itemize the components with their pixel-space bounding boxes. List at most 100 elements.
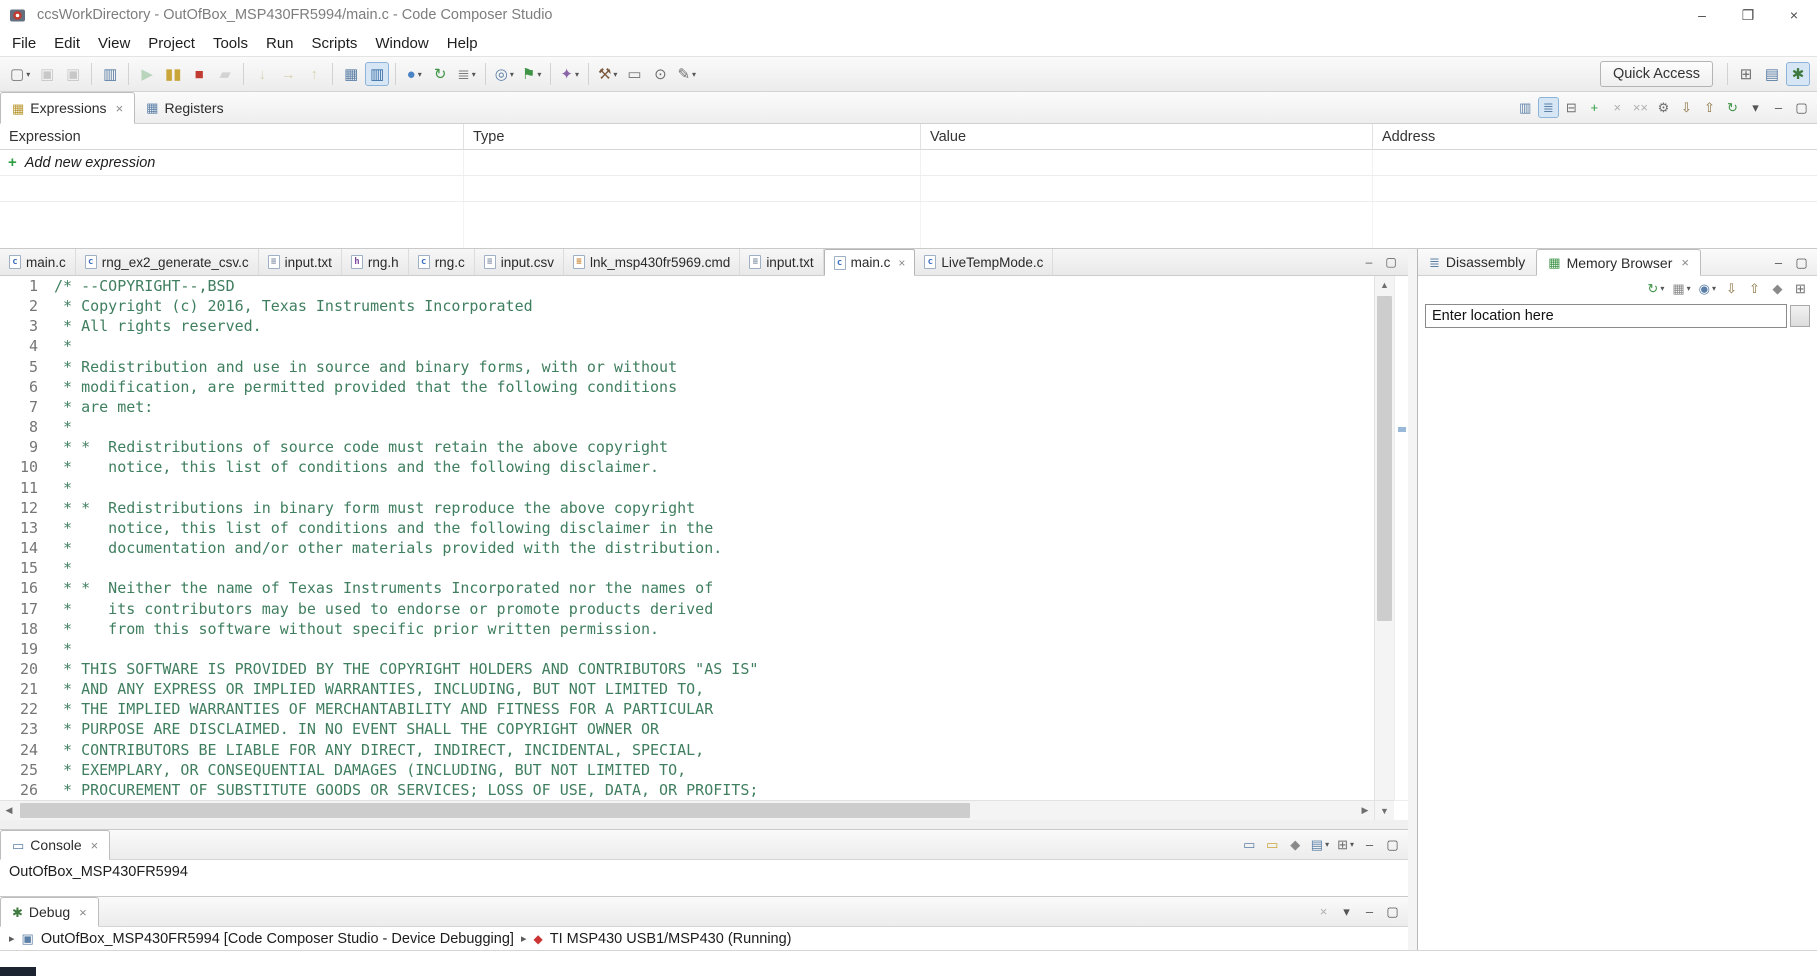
dropdown-caret-icon[interactable]: ▾ (692, 70, 696, 79)
code-line[interactable]: * from this software without specific pr… (54, 619, 1374, 639)
step-return-icon[interactable]: ↑ (302, 62, 326, 86)
horizontal-scrollbar-track[interactable] (18, 801, 1356, 820)
menu-edit[interactable]: Edit (45, 30, 89, 56)
dropdown-caret-icon[interactable]: ▾ (26, 70, 30, 79)
code-editor[interactable]: 1 2 3 4 5 6 7 8 9 10 11 12 13 14 15 16 17 18 19 20 21 22 23 24 2… (0, 276, 1374, 800)
close-icon[interactable]: × (1681, 255, 1689, 270)
line-number[interactable]: 1 (0, 276, 38, 296)
scroll-down-icon[interactable]: ▼ (1374, 800, 1394, 820)
close-icon[interactable]: × (116, 101, 124, 116)
open-perspective-icon[interactable]: ⊞ (1734, 62, 1758, 86)
editor-tab-main-c[interactable]: c main.c × (823, 249, 916, 276)
editor-tab-livetempmode-c[interactable]: c LiveTempMode.c (915, 249, 1054, 275)
view-menu-icon[interactable]: ▾ (1336, 901, 1357, 922)
scroll-left-icon[interactable]: ◀ (0, 801, 18, 820)
code-line[interactable]: * THE IMPLIED WARRANTIES OF MERCHANTABIL… (54, 699, 1374, 719)
line-number[interactable]: 11 (0, 478, 38, 498)
line-number[interactable]: 22 (0, 699, 38, 719)
column-header-type[interactable]: Type (464, 124, 921, 149)
line-number[interactable]: 3 (0, 316, 38, 336)
memory-config-icon[interactable]: ▦ ▾ (1669, 278, 1693, 299)
tab-debug[interactable]: ✱ Debug × (0, 897, 99, 927)
code-line[interactable]: * AND ANY EXPRESS OR IMPLIED WARRANTIES,… (54, 679, 1374, 699)
code-line[interactable]: * EXEMPLARY, OR CONSEQUENTIAL DAMAGES (I… (54, 760, 1374, 780)
code-line[interactable]: * * Redistributions of source code must … (54, 437, 1374, 457)
add-expression-row[interactable]: + Add new expression (0, 150, 1817, 176)
line-number[interactable]: 19 (0, 639, 38, 659)
line-number[interactable]: 8 (0, 417, 38, 437)
refresh-expressions-icon[interactable]: ↻ (1722, 97, 1743, 118)
menu-help[interactable]: Help (438, 30, 487, 56)
line-number[interactable]: 7 (0, 397, 38, 417)
line-number[interactable]: 14 (0, 538, 38, 558)
line-number[interactable]: 9 (0, 437, 38, 457)
maximize-editor-icon[interactable]: ▢ (1381, 252, 1401, 272)
line-number[interactable]: 15 (0, 558, 38, 578)
scroll-right-icon[interactable]: ▶ (1356, 801, 1374, 820)
code-line[interactable]: * PURPOSE ARE DISCLAIMED. IN NO EVENT SH… (54, 719, 1374, 739)
binary-display-icon[interactable]: ≣ ▾ (454, 62, 479, 86)
refresh-icon[interactable]: ↻ (428, 62, 452, 86)
vertical-sash[interactable] (1408, 249, 1417, 950)
expand-arrow-icon[interactable]: ▸ (521, 932, 527, 945)
dropdown-caret-icon[interactable]: ▾ (510, 70, 514, 79)
dropdown-caret-icon[interactable]: ▾ (613, 70, 617, 79)
line-number[interactable]: 10 (0, 457, 38, 477)
line-number[interactable]: 20 (0, 659, 38, 679)
column-header-expression[interactable]: Expression (0, 124, 464, 149)
quick-access-button[interactable]: Quick Access (1599, 61, 1713, 87)
tab-console[interactable]: ▭ Console × (0, 830, 111, 860)
scroll-up-icon[interactable]: ▲ (1375, 276, 1394, 294)
code-line[interactable]: /* --COPYRIGHT--,BSD (54, 276, 1374, 296)
minimize-window-button[interactable]: – (1679, 0, 1725, 30)
refresh-memory-icon[interactable]: ↻ ▾ (1644, 278, 1667, 299)
code-line[interactable]: * THIS SOFTWARE IS PROVIDED BY THE COPYR… (54, 659, 1374, 679)
ccs-edit-perspective-icon[interactable]: ▤ (1760, 62, 1784, 86)
line-number[interactable]: 5 (0, 357, 38, 377)
line-number[interactable]: 23 (0, 719, 38, 739)
maximize-view-icon[interactable]: ▢ (1791, 97, 1812, 118)
code-line[interactable]: * All rights reserved. (54, 316, 1374, 336)
export-expressions-icon[interactable]: ⇧ (1699, 97, 1720, 118)
open-console-icon[interactable]: ⊞ ▾ (1334, 834, 1357, 855)
tab-memory-browser[interactable]: ▦ Memory Browser × (1536, 249, 1701, 276)
terminate-icon[interactable]: ■ (187, 62, 211, 86)
expand-arrow-icon[interactable]: ▸ (9, 932, 15, 945)
vertical-scrollbar-thumb[interactable] (1377, 296, 1392, 621)
memory-go-button[interactable] (1790, 305, 1810, 327)
code-line[interactable]: * (54, 639, 1374, 659)
display-format-icon[interactable]: ◉ ▾ (1696, 278, 1719, 299)
step-over-icon[interactable]: → (276, 62, 300, 86)
minimize-view-icon[interactable]: – (1768, 97, 1789, 118)
memory-location-input[interactable] (1425, 304, 1787, 328)
line-number[interactable]: 13 (0, 518, 38, 538)
line-number[interactable]: 24 (0, 740, 38, 760)
editor-tab-rng-ex2-generate-csv-c[interactable]: c rng_ex2_generate_csv.c (76, 249, 259, 275)
minimize-view-icon[interactable]: – (1768, 252, 1789, 273)
code-line[interactable]: * * Neither the name of Texas Instrument… (54, 578, 1374, 598)
close-window-button[interactable]: × (1771, 0, 1817, 30)
new-terminal-icon[interactable]: ▭ (622, 62, 646, 86)
vertical-scrollbar[interactable]: ▲ (1374, 276, 1394, 800)
step-into-icon[interactable]: ↓ (250, 62, 274, 86)
flash-icon[interactable]: ⚑ ▾ (519, 62, 544, 86)
profile-icon[interactable]: ✦ ▾ (557, 62, 582, 86)
highlight-pc-icon[interactable]: ▥ (365, 62, 390, 86)
maximize-view-icon[interactable]: ▢ (1382, 834, 1403, 855)
code-line[interactable]: * PROCUREMENT OF SUBSTITUTE GOODS OR SER… (54, 780, 1374, 800)
minimize-editor-icon[interactable]: – (1359, 252, 1379, 272)
code-text[interactable]: /* --COPYRIGHT--,BSD * Copyright (c) 201… (46, 276, 1374, 800)
annotation-marker[interactable] (1398, 427, 1406, 432)
pin-view-icon[interactable]: ◆ (1767, 278, 1788, 299)
save-memory-icon[interactable]: ⇩ (1721, 278, 1742, 299)
maximize-window-button[interactable]: ❐ (1725, 0, 1771, 30)
save-all-icon[interactable]: ▣ (61, 62, 85, 86)
debug-target-label[interactable]: TI MSP430 USB1/MSP430 (Running) (550, 931, 792, 947)
menu-view[interactable]: View (89, 30, 139, 56)
remove-terminated-icon[interactable]: × (1313, 901, 1334, 922)
dropdown-caret-icon[interactable]: ▾ (472, 70, 476, 79)
close-icon[interactable]: × (898, 256, 905, 270)
add-expression-label[interactable]: Add new expression (25, 155, 156, 171)
dropdown-caret-icon[interactable]: ▾ (418, 70, 422, 79)
editor-tab-rng-h[interactable]: h rng.h (342, 249, 409, 275)
